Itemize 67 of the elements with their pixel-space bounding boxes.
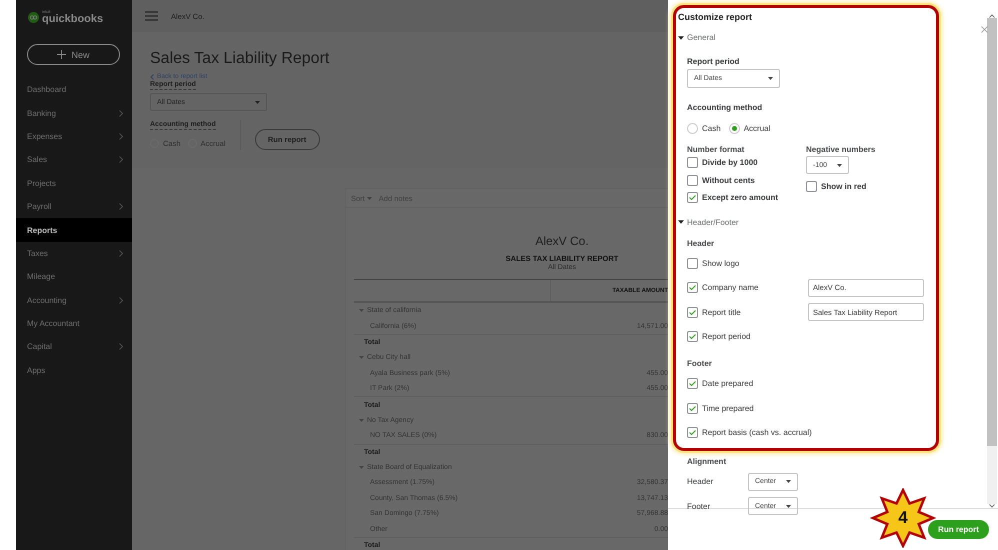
checkbox[interactable]: Show logo bbox=[687, 254, 740, 272]
step-badge: 4 bbox=[870, 488, 936, 548]
scroll-up-icon bbox=[989, 14, 995, 18]
caret-icon bbox=[768, 77, 773, 80]
field-label: Negative numbers bbox=[806, 145, 876, 154]
sidebar-item[interactable]: My Accountant bbox=[16, 312, 132, 336]
caret-icon bbox=[255, 100, 260, 104]
checkbox[interactable]: Show in red bbox=[806, 178, 925, 196]
sidebar-item[interactable]: Taxes bbox=[16, 242, 132, 266]
back-icon bbox=[150, 74, 154, 80]
check-icon bbox=[689, 195, 696, 200]
sidebar-item[interactable]: Capital bbox=[16, 335, 132, 359]
field-label: Report period bbox=[687, 57, 740, 66]
scroll-down-icon bbox=[989, 504, 995, 508]
report-company: AlexV Co. bbox=[535, 234, 589, 248]
triangle-icon bbox=[678, 36, 684, 40]
field-label: Header bbox=[687, 477, 714, 486]
field-label: Number format bbox=[687, 145, 746, 154]
checkbox[interactable]: Report title bbox=[687, 303, 741, 321]
logo-icon bbox=[28, 12, 39, 23]
close-icon bbox=[980, 26, 988, 33]
field-label: Accounting method bbox=[687, 103, 764, 112]
run-report-button[interactable]: Run report bbox=[928, 520, 989, 539]
checkbox[interactable]: Report period bbox=[687, 328, 750, 346]
field-label: Alignment bbox=[687, 456, 728, 468]
checkbox[interactable]: Without cents bbox=[687, 172, 806, 189]
radio-option[interactable]: Cash bbox=[687, 123, 721, 134]
panel-title: Customize report bbox=[678, 12, 754, 22]
logo-wordmark: quickbooks bbox=[42, 14, 104, 25]
checkbox[interactable]: Company name bbox=[687, 279, 758, 297]
sidebar-item[interactable]: Sales bbox=[16, 148, 132, 172]
sidebar-item[interactable]: Mileage bbox=[16, 265, 132, 289]
field-label: Header bbox=[687, 238, 716, 250]
check-icon bbox=[689, 430, 696, 435]
sidebar-item[interactable]: Accounting bbox=[16, 288, 132, 312]
new-button[interactable]: New bbox=[27, 44, 120, 65]
check-icon bbox=[689, 334, 696, 340]
page-title: Sales Tax Liability Report bbox=[150, 50, 330, 68]
caret-icon bbox=[786, 504, 791, 508]
checkbox[interactable]: Except zero amount bbox=[687, 189, 806, 206]
check-icon bbox=[689, 310, 696, 315]
plus-icon bbox=[57, 50, 66, 59]
caret-icon bbox=[837, 164, 842, 166]
checkbox[interactable]: Report basis (cash vs. accrual) bbox=[687, 424, 812, 442]
section-toggle[interactable]: Header/Footer bbox=[678, 218, 739, 226]
caret-icon bbox=[786, 480, 791, 484]
section-toggle[interactable]: General bbox=[678, 33, 716, 42]
checkbox[interactable]: Date prepared bbox=[687, 375, 754, 393]
triangle-icon bbox=[678, 220, 684, 224]
sidebar-item[interactable]: Expenses bbox=[16, 124, 132, 148]
sidebar-item[interactable]: Reports bbox=[16, 218, 132, 242]
check-icon bbox=[689, 406, 696, 411]
sidebar-item[interactable]: Apps bbox=[16, 358, 132, 382]
scrollbar[interactable] bbox=[987, 18, 997, 504]
sidebar-item[interactable]: Payroll bbox=[16, 194, 132, 218]
checkbox[interactable]: Divide by 1000 bbox=[687, 154, 806, 172]
caret-icon bbox=[366, 196, 372, 200]
field-label: Footer bbox=[687, 358, 713, 370]
menu-icon bbox=[145, 11, 158, 21]
sidebar-item[interactable]: Projects bbox=[16, 172, 132, 195]
radio-option[interactable]: Accrual bbox=[728, 123, 770, 134]
sidebar-item[interactable]: Banking bbox=[16, 101, 132, 125]
check-icon bbox=[689, 285, 696, 290]
check-icon bbox=[689, 381, 696, 386]
field-label: Footer bbox=[687, 502, 712, 511]
sidebar-item[interactable]: Dashboard bbox=[16, 78, 132, 102]
checkbox[interactable]: Time prepared bbox=[687, 399, 754, 417]
